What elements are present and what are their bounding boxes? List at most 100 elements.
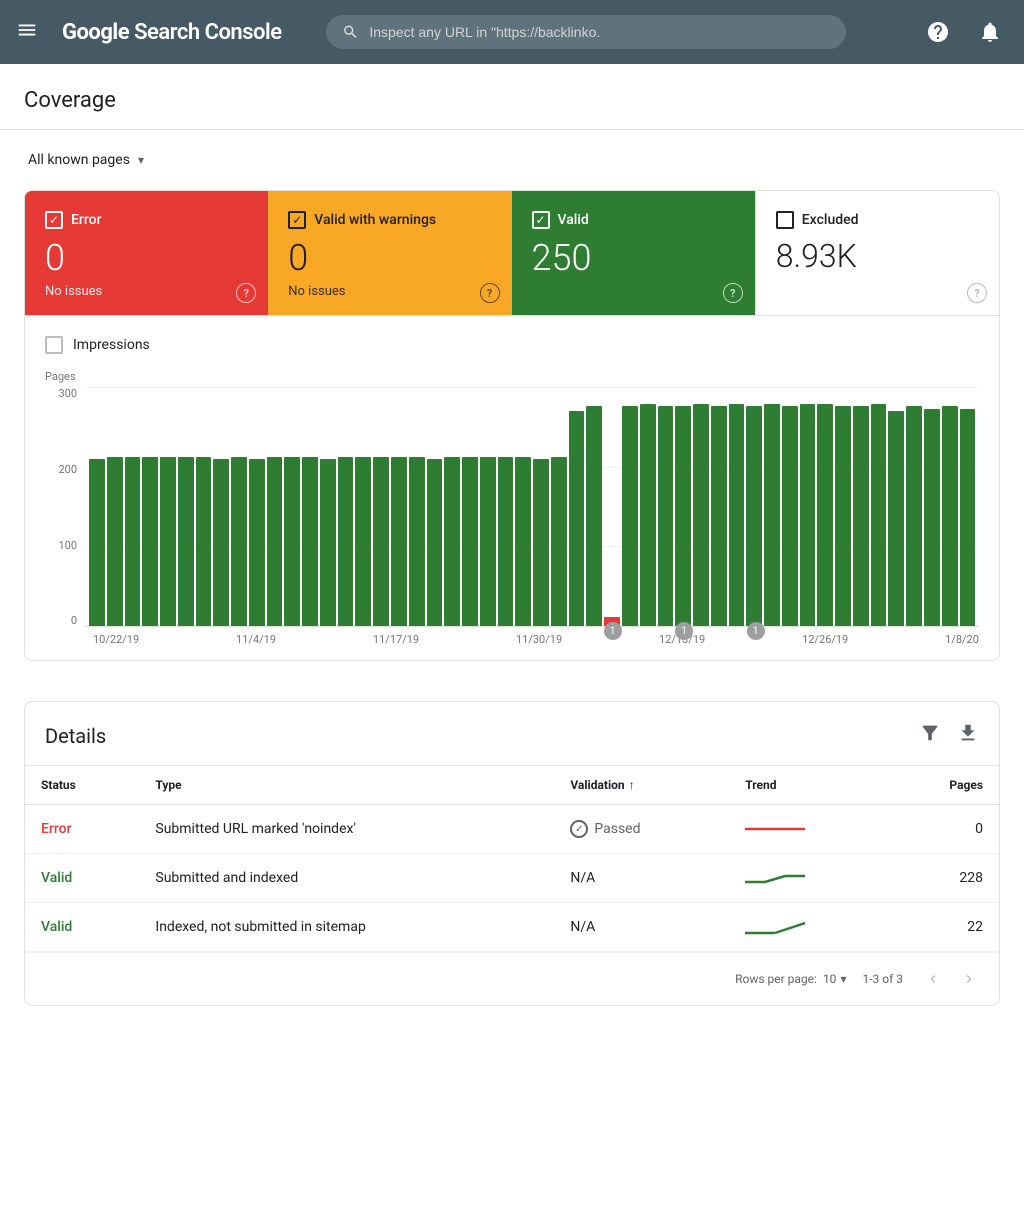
bar-16: [373, 457, 389, 627]
bar-30: [622, 406, 638, 626]
x-label-3: 11/17/19: [373, 633, 419, 646]
impressions-toggle-row: Impressions: [45, 336, 979, 354]
help-button[interactable]: [920, 14, 956, 50]
bar-34: [693, 404, 709, 626]
bar-27: [569, 411, 585, 626]
filter-icon[interactable]: [919, 722, 941, 749]
rows-per-page-select[interactable]: 10 ▾: [823, 972, 847, 986]
filter-bar: All known pages ▾: [0, 130, 1024, 190]
x-label-7: 1/8/20: [945, 633, 979, 646]
bar-44: [871, 404, 887, 626]
bar-19: [427, 459, 443, 626]
next-page-button[interactable]: [955, 965, 983, 993]
bar-39: [782, 406, 798, 626]
header-actions: [920, 14, 1008, 50]
trend-line-valid-up: [745, 917, 805, 937]
y-axis-200: 200: [58, 463, 77, 476]
bar-42: [835, 406, 851, 626]
trend-line-error: [745, 819, 805, 839]
row1-status: Error: [41, 821, 72, 837]
table-body: Error Submitted URL marked 'noindex' ✓ P…: [25, 805, 999, 952]
chart-plot: 1 1 1: [85, 387, 979, 627]
valid-checkbox[interactable]: [532, 211, 550, 229]
annotation-dot-1: 1: [604, 622, 622, 640]
bar-9: [249, 459, 265, 626]
search-bar[interactable]: [326, 15, 846, 49]
main-page: Coverage All known pages ▾ Error 0 No is…: [0, 64, 1024, 1216]
download-icon[interactable]: [957, 722, 979, 749]
bar-5: [178, 457, 194, 627]
warning-checkbox[interactable]: [288, 211, 306, 229]
impressions-label: Impressions: [73, 337, 150, 353]
valid-card[interactable]: Valid 250 ?: [512, 191, 755, 315]
bar-18: [409, 457, 425, 627]
warning-help-icon[interactable]: ?: [480, 283, 500, 303]
error-card-count: 0: [45, 237, 248, 280]
table-row: Valid Submitted and indexed N/A 228: [25, 854, 999, 903]
bar-12: [302, 457, 318, 627]
pagination-info: 1-3 of 3: [862, 972, 903, 986]
passed-icon: ✓: [570, 820, 588, 838]
details-card: Details S: [24, 701, 1000, 1006]
bar-2: [125, 457, 141, 627]
details-header: Details: [25, 702, 999, 766]
rows-per-page-value: 10: [823, 972, 837, 986]
bar-23: [498, 457, 514, 627]
excluded-help-icon[interactable]: ?: [967, 283, 987, 303]
bar-45: [888, 411, 904, 626]
warning-card[interactable]: Valid with warnings 0 No issues ?: [268, 191, 511, 315]
bar-17: [391, 457, 407, 627]
rows-dropdown-icon: ▾: [840, 972, 846, 986]
col-pages: Pages: [887, 766, 999, 805]
prev-page-button[interactable]: [919, 965, 947, 993]
page-title: Coverage: [24, 88, 1000, 113]
y-axis-100: 100: [58, 539, 77, 552]
bar-15: [355, 457, 371, 627]
bar-41: [817, 404, 833, 626]
x-label-1: 10/22/19: [93, 633, 139, 646]
chart-y-label: Pages: [45, 370, 979, 383]
warning-card-label: Valid with warnings: [314, 212, 436, 228]
bar-31: [640, 404, 656, 626]
valid-help-icon[interactable]: ?: [723, 283, 743, 303]
filter-dropdown[interactable]: All known pages ▾: [24, 146, 148, 174]
bar-14: [338, 457, 354, 627]
sort-up-icon: ↑: [629, 778, 635, 792]
bar-46: [906, 406, 922, 626]
bar-21: [462, 457, 478, 627]
bar-37: [746, 406, 762, 626]
warning-card-count: 0: [288, 237, 491, 280]
bar-7: [213, 459, 229, 626]
row1-validation-label: Passed: [594, 821, 640, 837]
chart-area: Impressions Pages 300 200 100 0: [25, 316, 999, 660]
row2-pages: 228: [887, 854, 999, 903]
table-footer: Rows per page: 10 ▾ 1-3 of 3: [25, 952, 999, 1005]
error-checkbox[interactable]: [45, 211, 63, 229]
excluded-card[interactable]: Excluded 8.93K ?: [755, 191, 999, 315]
excluded-checkbox[interactable]: [776, 211, 794, 229]
excluded-card-header: Excluded: [776, 211, 979, 229]
filter-value: All known pages: [28, 152, 130, 168]
error-card[interactable]: Error 0 No issues ?: [25, 191, 268, 315]
cards-section: Error 0 No issues ? Valid with warnings …: [0, 190, 1024, 661]
col-validation[interactable]: Validation ↑: [554, 766, 729, 805]
row2-type: Submitted and indexed: [139, 854, 554, 903]
notifications-button[interactable]: [972, 14, 1008, 50]
x-label-4: 11/30/19: [516, 633, 562, 646]
table-row: Error Submitted URL marked 'noindex' ✓ P…: [25, 805, 999, 854]
details-section: Details S: [0, 677, 1024, 1030]
details-table: Status Type Validation ↑ Trend Pages: [25, 766, 999, 952]
menu-icon[interactable]: [16, 19, 38, 46]
bar-10: [267, 457, 283, 627]
error-help-icon[interactable]: ?: [236, 283, 256, 303]
table-header-row: Status Type Validation ↑ Trend Pages: [25, 766, 999, 805]
col-trend: Trend: [729, 766, 886, 805]
bar-22: [480, 457, 496, 627]
bar-33: [675, 406, 691, 626]
valid-card-count: 250: [532, 237, 735, 280]
impressions-checkbox[interactable]: [45, 336, 63, 354]
search-input[interactable]: [369, 24, 830, 40]
x-label-2: 11/4/19: [236, 633, 276, 646]
bar-1: [107, 457, 123, 627]
details-action-icons: [919, 722, 979, 749]
